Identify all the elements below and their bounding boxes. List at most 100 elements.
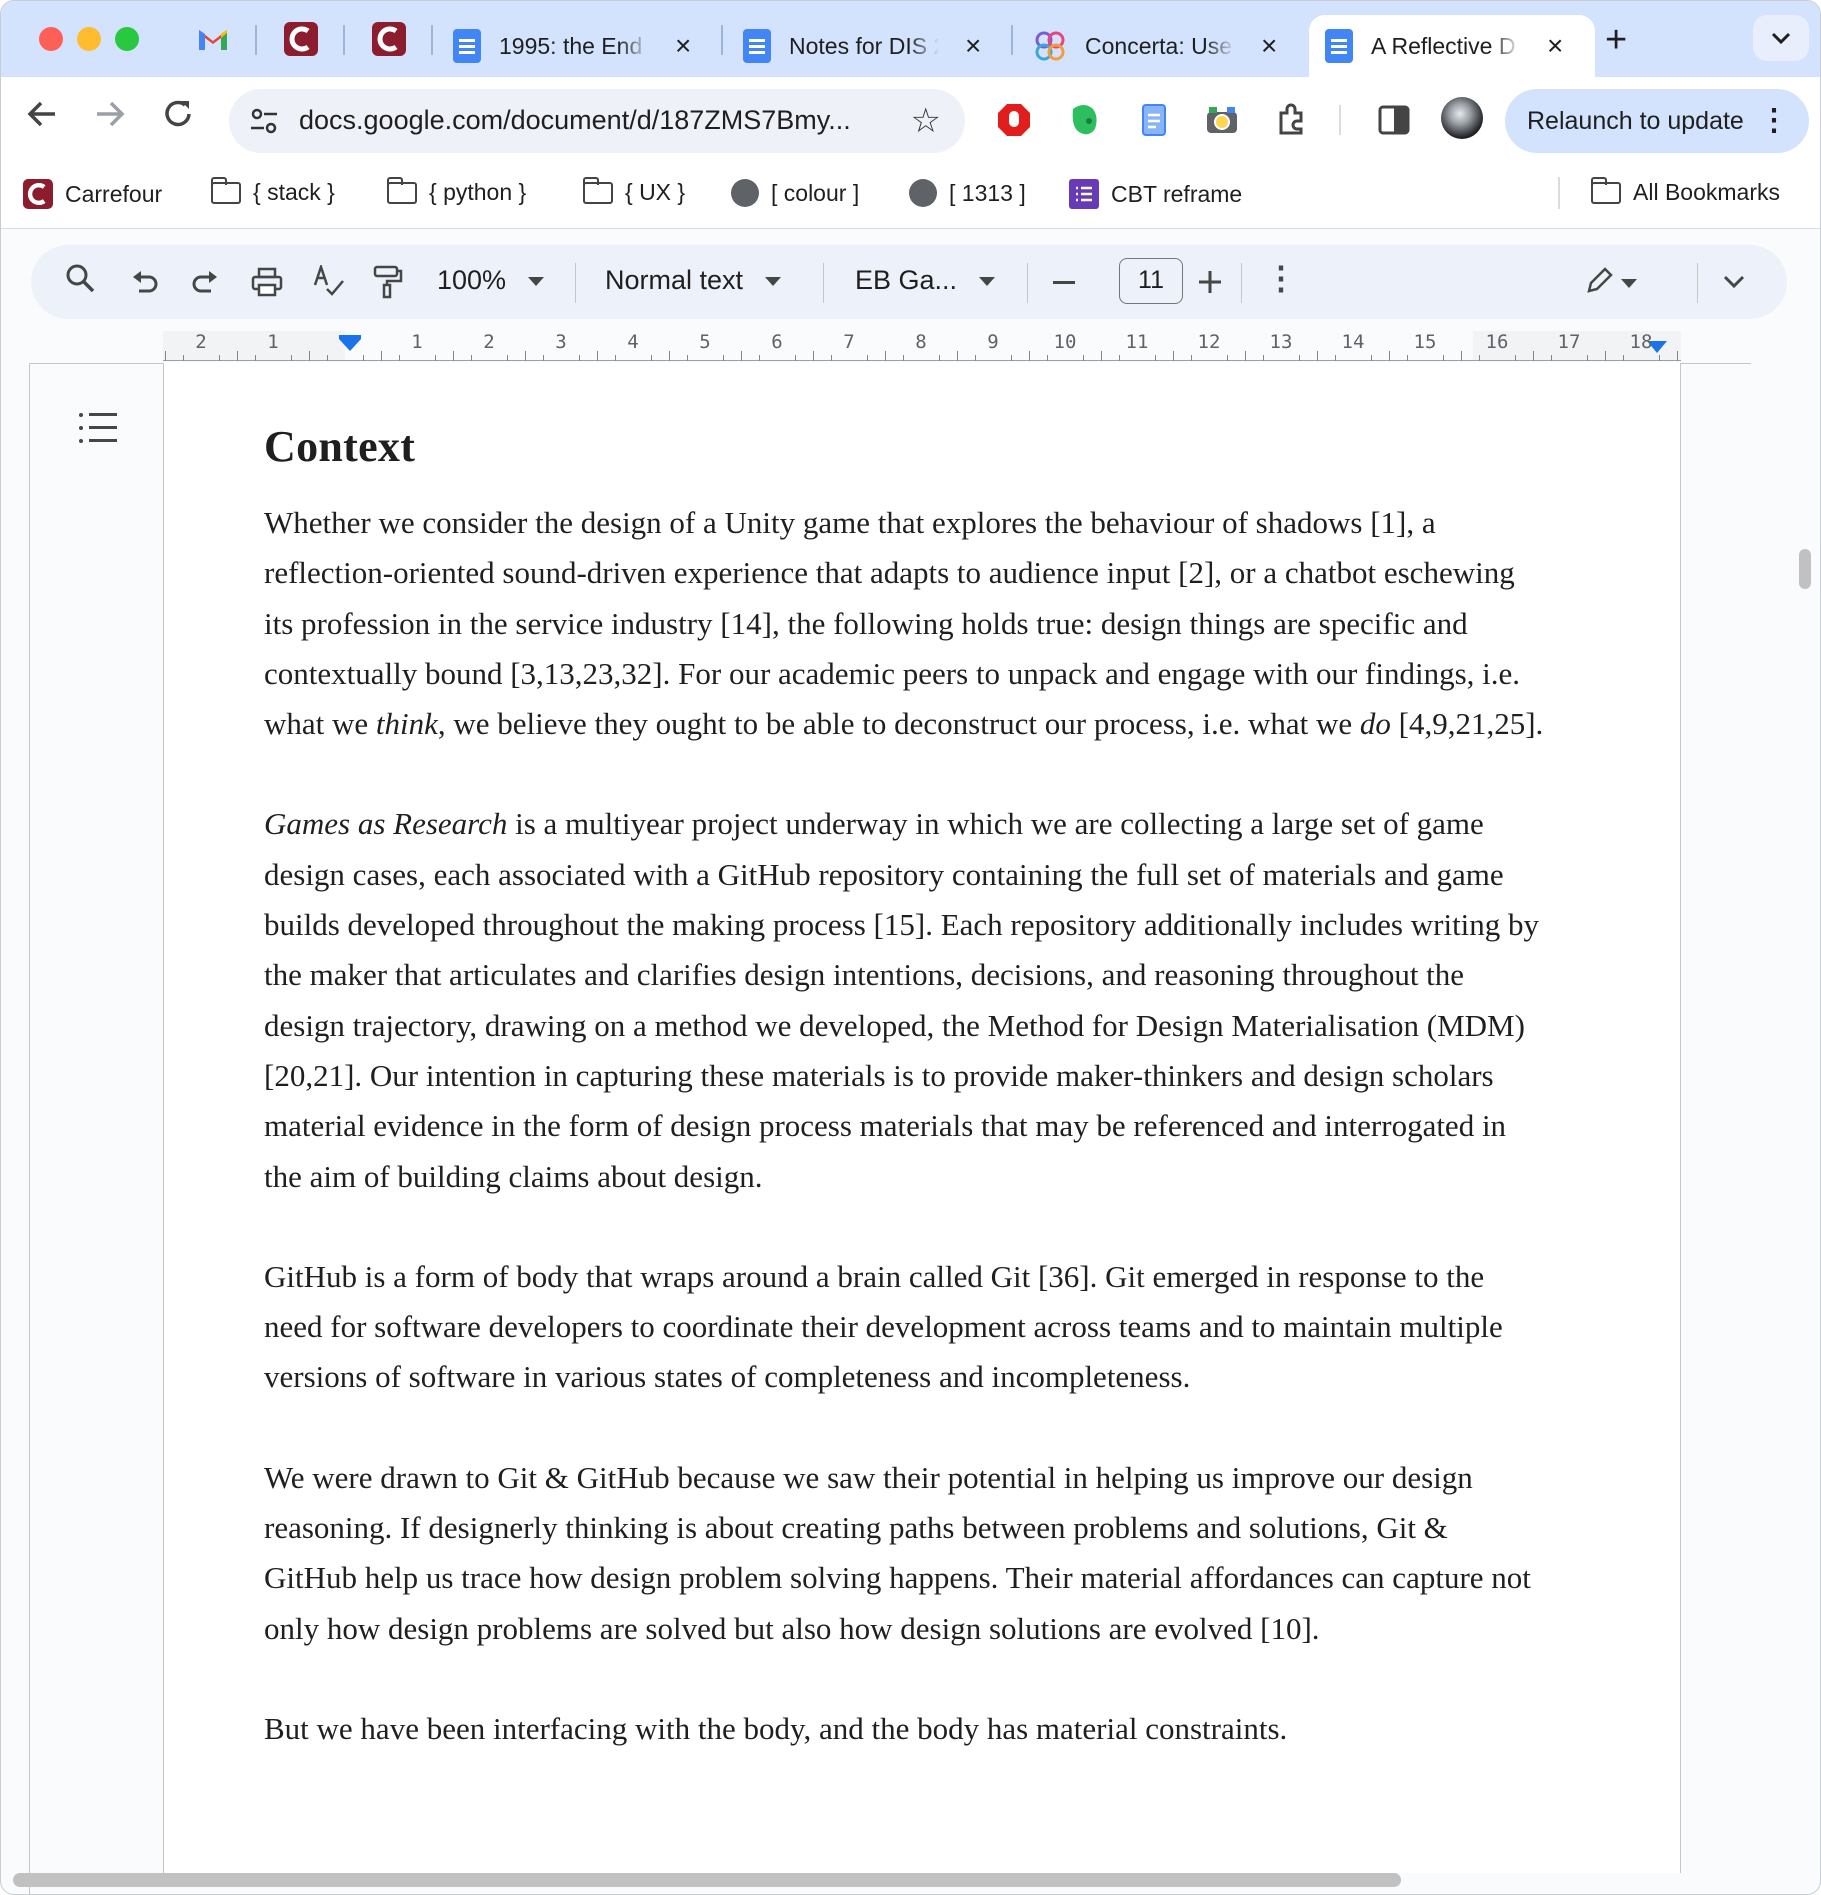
ruler-tick [1047,355,1048,361]
pinned-tab-carrefour-1[interactable] [281,19,321,59]
forward-button[interactable] [93,97,127,140]
reload-button[interactable] [161,97,195,140]
ruler-tick [507,355,508,361]
left-indent-marker[interactable] [339,339,361,351]
extensions-puzzle-icon[interactable] [1275,103,1309,137]
ruler-tick [1119,355,1120,361]
tab-notes-for-dis[interactable]: Notes for DIS 2 × [727,15,997,77]
ruler-number: 17 [1557,331,1581,353]
vertical-scrollbar-thumb[interactable] [1799,549,1811,589]
bookmark-folder-python[interactable]: { python } [386,176,526,206]
tab-label: A Reflective D [1371,32,1516,59]
docs-offline-extension-icon[interactable] [1137,103,1171,137]
globe-icon [909,179,937,207]
ruler-tick [1587,355,1588,361]
minimize-window-button[interactable] [77,27,101,51]
bookmark-star-icon[interactable]: ☆ [911,101,941,141]
close-tab-icon[interactable]: × [1261,30,1277,62]
profile-avatar[interactable] [1441,97,1483,139]
tab-label: Notes for DIS 2 [789,32,939,59]
ruler-number: 1 [267,331,279,353]
font-select[interactable]: EB Ga... [855,265,996,296]
ruler-tick [885,351,886,361]
document-page[interactable]: Context Whether we consider the design o… [163,363,1681,1873]
redo-icon[interactable] [191,269,219,295]
camera-extension-icon[interactable] [1205,103,1239,137]
hide-menus-chevron-icon[interactable] [1723,275,1745,289]
bookmark-folder-stack[interactable]: { stack } [210,176,335,206]
close-tab-icon[interactable]: × [965,30,981,62]
site-settings-icon[interactable] [249,107,279,135]
print-icon[interactable] [251,267,283,297]
close-window-button[interactable] [39,27,63,51]
undo-icon[interactable] [131,269,159,295]
paragraph-3: GitHub is a form of body that wraps arou… [264,1258,1503,1395]
bookmark-colour[interactable]: [ colour ] [731,179,859,207]
zoom-select[interactable]: 100% [437,265,545,296]
paint-format-icon[interactable] [373,265,403,299]
document-outline-icon[interactable] [79,411,117,445]
bookmark-folder-ux[interactable]: { UX } [582,176,685,206]
zoom-window-button[interactable] [115,27,139,51]
back-button[interactable] [25,97,59,140]
relaunch-button[interactable]: Relaunch to update ⋮ [1505,89,1809,153]
toolbar-separator [1339,105,1341,135]
ruler-tick [291,355,292,361]
ruler-tick [1317,351,1318,361]
tab-concerta[interactable]: Concerta: Use × [1017,15,1293,77]
pinned-tab-gmail[interactable] [193,19,233,59]
ruler-tick [1101,351,1102,361]
evernote-extension-icon[interactable] [1067,103,1101,137]
bookmark-folder-all-bookmarks[interactable]: All Bookmarks [1590,176,1780,206]
adblock-extension-icon[interactable] [997,103,1031,137]
ruler-tick [1371,355,1372,361]
document-body[interactable]: Context Whether we consider the design o… [264,421,1544,1804]
horizontal-ruler[interactable]: 2 1 1 2 3 4 5 6 7 8 9 10 11 12 13 14 15 16 17 18 [163,331,1681,361]
bookmark-label: [ 1313 ] [949,179,1026,206]
horizontal-scrollbar-thumb[interactable] [13,1873,1401,1887]
ruler-number: 9 [987,331,999,353]
tab-separator [431,25,433,55]
text-run: [4,9,21,25]. [1390,706,1544,742]
side-panel-icon[interactable] [1377,103,1411,137]
font-size-input[interactable]: 11 [1119,258,1183,304]
paragraph-style-select[interactable]: Normal text [605,265,782,296]
paragraph-2: Games as Research is a multiyear project… [264,799,1544,1201]
spellcheck-icon[interactable] [313,265,345,297]
ruler-left-margin [163,331,345,361]
address-bar[interactable]: docs.google.com/document/d/187ZMS7Bmy...… [229,89,965,153]
tab-label: 1995: the End [499,32,643,59]
bookmark-1313[interactable]: [ 1313 ] [909,179,1026,207]
tab-separator [1011,25,1013,55]
more-toolbar-icon[interactable]: ⋮ [1265,259,1297,297]
bookmark-cbt-reframe[interactable]: CBT reframe [1069,179,1242,209]
increase-font-size-icon[interactable] [1199,271,1221,293]
ruler-tick [525,351,526,361]
bookmark-label: Carrefour [65,180,163,207]
ruler-tick [579,355,580,361]
tab-a-reflective-d[interactable]: A Reflective D × [1309,15,1595,77]
decrease-font-size-icon[interactable] [1053,281,1075,285]
editing-mode-caret-icon[interactable] [1621,279,1637,288]
ruler-tick [831,355,832,361]
docs-icon [1325,29,1353,63]
bookmark-carrefour[interactable]: Carrefour [23,179,162,209]
tab-separator [721,25,723,55]
dropdown-caret-icon [765,277,782,287]
tab-search-button[interactable] [1753,15,1809,61]
ruler-number: 5 [699,331,711,353]
search-menus-icon[interactable] [65,263,95,295]
tab-1995-the-end[interactable]: 1995: the End × [437,15,707,77]
text-run: , we believe they ought to be able to de… [437,706,1360,742]
url-text: docs.google.com/document/d/187ZMS7Bmy... [299,105,851,135]
close-tab-icon[interactable]: × [1547,30,1563,62]
dropdown-caret-icon [979,277,996,287]
editing-mode-pencil-icon[interactable] [1585,267,1613,295]
bookmark-label: All Bookmarks [1633,179,1780,205]
new-tab-button[interactable]: + [1605,19,1627,62]
more-vert-icon[interactable]: ⋮ [1759,103,1789,138]
close-tab-icon[interactable]: × [675,30,691,62]
folder-icon [582,176,613,204]
ruler-tick [165,351,166,361]
pinned-tab-carrefour-2[interactable] [369,19,409,59]
